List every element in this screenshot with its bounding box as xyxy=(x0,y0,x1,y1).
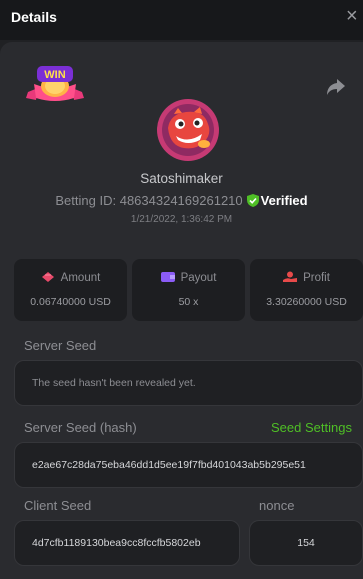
verified-shield-icon xyxy=(246,194,259,207)
server-seed-value: The seed hasn't been revealed yet. xyxy=(32,377,196,389)
stat-value-amount: 0.06740000 USD xyxy=(30,296,111,308)
win-badge-icon: WIN xyxy=(26,66,84,101)
avatar xyxy=(157,99,219,161)
stat-label-profit: Profit xyxy=(303,272,330,284)
bet-timestamp: 1/21/2022, 1:36:42 PM xyxy=(130,214,233,225)
win-badge-text: WIN xyxy=(44,69,65,81)
coins-icon xyxy=(41,272,54,282)
hand-coins-icon xyxy=(283,271,298,282)
verified-label: Verified xyxy=(260,193,308,208)
stat-card-amount: Amount 0.06740000 USD xyxy=(14,259,127,321)
wallet-icon xyxy=(160,272,175,282)
stat-label-amount: Amount xyxy=(60,272,101,284)
stat-card-profit: Profit 3.30260000 USD xyxy=(250,259,363,321)
server-seed-hash-value: e2ae67c28da75eba46dd1d5ee19f7fbd401043ab… xyxy=(32,459,306,471)
betting-id-value: 48634324169261210 xyxy=(119,193,243,208)
betting-id-label: Betting ID: xyxy=(55,193,117,208)
page-title: Details xyxy=(11,9,57,25)
share-icon[interactable] xyxy=(326,78,346,96)
stat-label-payout: Payout xyxy=(180,272,217,284)
seed-settings-link[interactable]: Seed Settings xyxy=(271,420,352,435)
username: Satoshimaker xyxy=(140,171,223,186)
stat-card-payout: Payout 50 x xyxy=(132,259,245,321)
stat-value-payout: 50 x xyxy=(178,296,199,308)
stat-value-profit: 3.30260000 USD xyxy=(266,296,347,308)
nonce-label: nonce xyxy=(259,498,295,513)
nonce-value: 154 xyxy=(297,537,315,549)
server-seed-hash-label: Server Seed (hash) xyxy=(24,420,137,435)
client-seed-label: Client Seed xyxy=(24,498,92,513)
close-icon[interactable]: × xyxy=(346,6,363,26)
betting-id-row: Betting ID: 48634324169261210 Verified xyxy=(0,193,363,208)
client-seed-value: 4d7cfb1189130bea9cc8fccfb5802eb xyxy=(32,537,201,549)
server-seed-label: Server Seed xyxy=(24,338,97,353)
